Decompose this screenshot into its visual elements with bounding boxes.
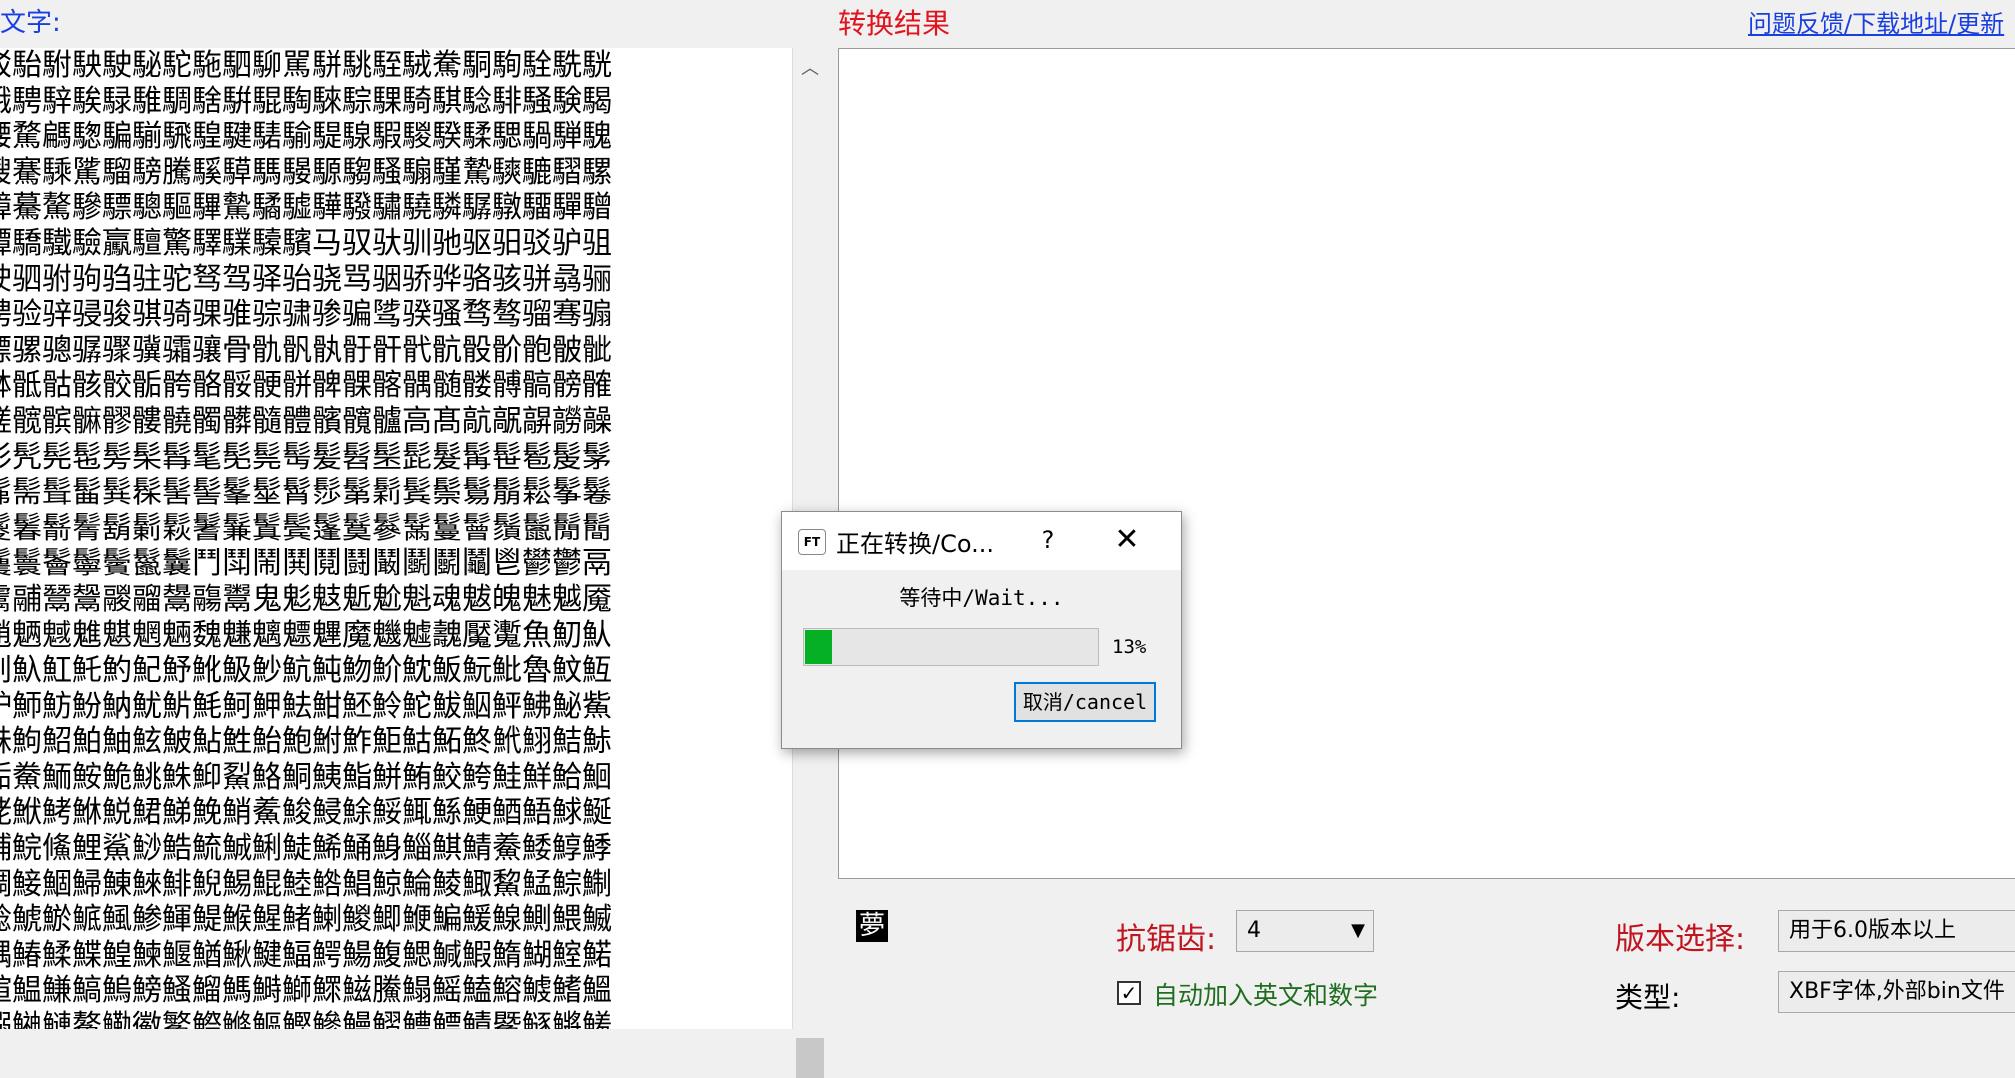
chevron-down-icon: ▼	[1351, 920, 1365, 941]
auto-add-label[interactable]: 自动加入英文和数字	[1153, 976, 1378, 1012]
antialias-label: 抗锯齿:	[1116, 922, 1217, 957]
app-icon: FT	[798, 529, 826, 555]
dialog-title-bar[interactable]: FT 正在转换/Co... ? ✕	[782, 512, 1181, 570]
antialias-select[interactable]: 4 ▼	[1236, 910, 1374, 952]
source-text-area[interactable]: 駁駘駙駚駛駜駝駞駟駠駡駢駣駤駥駦駧駨駩駪駫 騀騁騂騃騄騅騆騇騈騉騊騋騌騍騎騏騐騑…	[0, 48, 792, 1029]
conversion-result-area[interactable]	[838, 48, 2015, 879]
dialog-title: 正在转换/Co...	[836, 530, 994, 558]
type-select[interactable]: XBF字体,外部bin文件	[1778, 971, 2015, 1013]
help-icon[interactable]: ?	[1026, 520, 1070, 560]
close-icon[interactable]: ✕	[1102, 520, 1152, 560]
progress-bar	[803, 628, 1099, 666]
progress-percent: 13%	[1112, 636, 1147, 658]
cancel-button[interactable]: 取消/cancel	[1014, 682, 1156, 722]
feedback-download-link[interactable]: 问题反馈/下载地址/更新	[1748, 4, 2004, 39]
version-select[interactable]: 用于6.0版本以上	[1778, 910, 2015, 952]
scroll-up-arrow-icon[interactable]: ︿	[793, 54, 827, 80]
scroll-thumb[interactable]	[796, 1038, 824, 1078]
source-text-label: 文字:	[0, 8, 61, 38]
dialog-status-text: 等待中/Wait...	[899, 586, 1064, 610]
glyph-preview: 夢	[856, 910, 888, 942]
result-label: 转换结果	[838, 7, 951, 40]
type-label: 类型:	[1615, 981, 1681, 1014]
converting-dialog: FT 正在转换/Co... ? ✕ 等待中/Wait... 13% 取消/can…	[781, 511, 1182, 749]
antialias-value: 4	[1247, 918, 1261, 943]
source-text-content: 駁駘駙駚駛駜駝駞駟駠駡駢駣駤駥駦駧駨駩駪駫 騀騁騂騃騄騅騆騇騈騉騊騋騌騍騎騏騐騑…	[0, 48, 612, 1029]
auto-add-checkbox[interactable]: ✓	[1117, 981, 1141, 1005]
version-value: 用于6.0版本以上	[1789, 918, 1956, 943]
version-label: 版本选择:	[1615, 922, 1746, 957]
progress-fill	[805, 630, 833, 664]
type-value: XBF字体,外部bin文件	[1789, 979, 2005, 1004]
